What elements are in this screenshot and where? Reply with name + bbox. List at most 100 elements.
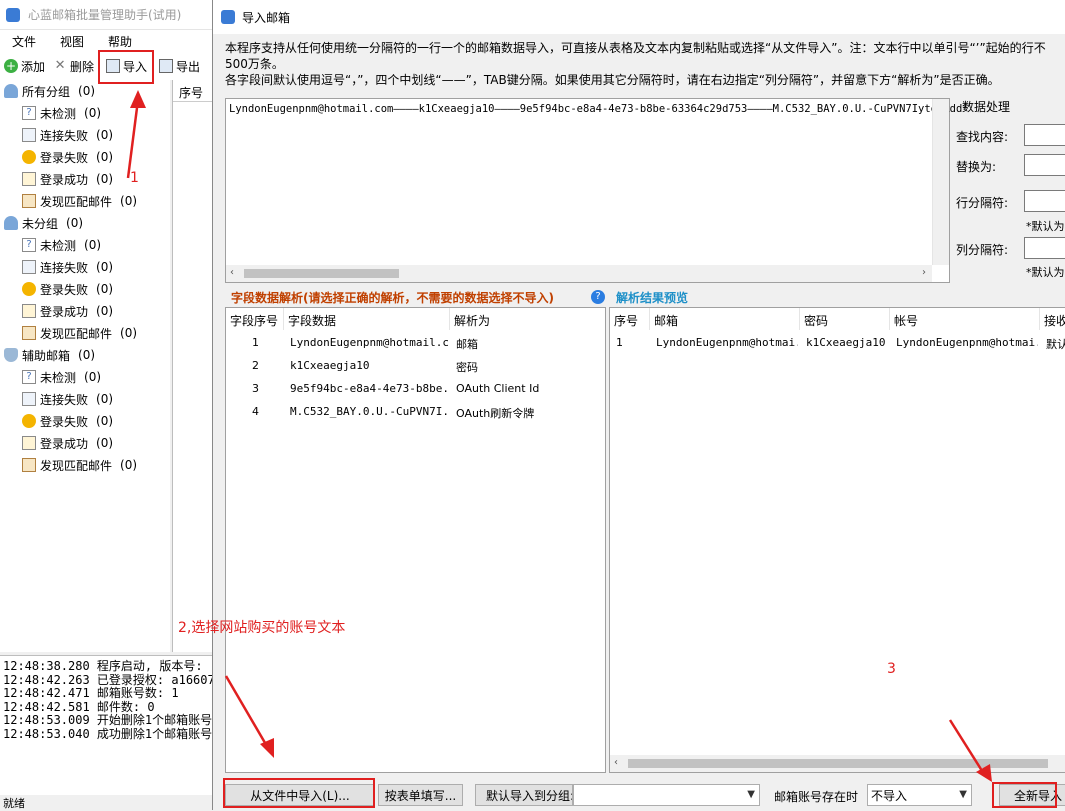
grid-header-index[interactable]: 序号 <box>173 80 212 102</box>
table-cell: k1Cxeaegja10 <box>290 359 370 372</box>
column-header[interactable]: 接收 <box>1040 308 1065 330</box>
horizontal-scrollbar[interactable]: ‹ › <box>226 265 932 282</box>
column-header[interactable]: 解析为 <box>450 308 605 330</box>
find-input[interactable] <box>1024 124 1065 146</box>
chevron-down-icon: ▼ <box>747 789 755 800</box>
tree-item[interactable]: 登录成功 (0) <box>22 300 113 322</box>
scroll-left-icon[interactable]: ‹ <box>230 267 234 278</box>
menubar: 文件 视图 帮助 <box>0 30 212 52</box>
column-header[interactable]: 密码 <box>800 308 890 330</box>
tree-item-count: (0) <box>66 216 84 230</box>
tree-item[interactable]: 发现匹配邮件 (0) <box>22 322 137 344</box>
scroll-thumb[interactable] <box>244 269 399 278</box>
table-cell: 邮箱 <box>456 338 478 351</box>
connect-fail-icon <box>22 392 36 406</box>
form-fill-button[interactable]: 按表单填写... <box>378 784 463 806</box>
tree-item-label: 登录失败 <box>40 414 89 429</box>
vertical-scrollbar[interactable] <box>932 99 949 265</box>
tree-item-label: 辅助邮箱 <box>22 348 71 363</box>
tree-item[interactable]: 登录成功 (0) <box>22 168 113 190</box>
preview-table[interactable]: ‹ 序号邮箱密码帐号接收 1 LyndonEugenpnm@hotmai... k1C… <box>609 307 1065 773</box>
tree-item[interactable]: 连接失败 (0) <box>22 388 113 410</box>
log-line: 12:48:53.040 成功删除1个邮箱账号 <box>3 726 212 741</box>
annotation-step-3: 3 <box>887 661 896 677</box>
annotation-box-full-import <box>992 782 1057 808</box>
plus-icon: + <box>4 59 18 73</box>
tree-item[interactable]: 登录成功 (0) <box>22 432 113 454</box>
menu-help[interactable]: 帮助 <box>96 33 144 50</box>
dialog-title: 导入邮箱 <box>242 10 291 25</box>
tree-item[interactable]: 登录失败 (0) <box>22 146 113 168</box>
table-cell: 9e5f94bc-e8a4-4e73-b8be... <box>290 382 448 395</box>
intro-line: 500万条。 <box>225 57 284 71</box>
tree-item-count: (0) <box>84 238 102 252</box>
tree-item-label: 未检测 <box>40 238 77 253</box>
tree-item-count: (0) <box>78 348 96 362</box>
table-cell: 默认 <box>1046 338 1065 351</box>
tree-item[interactable]: 发现匹配邮件 (0) <box>22 454 137 476</box>
add-button[interactable]: + 添加 <box>0 54 49 78</box>
account-exists-select[interactable]: 不导入 ▼ <box>867 784 972 806</box>
tree-item-label: 登录失败 <box>40 150 89 165</box>
export-button[interactable]: 导出 <box>155 54 204 78</box>
preview-horizontal-scrollbar[interactable]: ‹ <box>610 755 1065 772</box>
tree-item[interactable]: ? 未检测 (0) <box>22 366 101 388</box>
tree-item-count: (0) <box>96 392 114 406</box>
raw-data-textarea[interactable]: LyndonEugenpnm@hotmail.com————k1Cxeaegja… <box>225 98 969 283</box>
column-header[interactable]: 邮箱 <box>650 308 800 330</box>
annotation-arrow-3 <box>948 719 992 782</box>
tree-item[interactable]: 所有分组 (0) <box>4 80 95 102</box>
tree-item-count: (0) <box>78 84 96 98</box>
delete-button[interactable]: ✕ 删除 <box>49 54 98 78</box>
tree-item-label: 发现匹配邮件 <box>40 194 113 209</box>
tree-item-label: 登录成功 <box>40 172 89 187</box>
field-parse-table[interactable]: 字段序号 字段数据 解析为 1 LyndonEugenpnm@hotmail.com 邮箱… <box>225 307 606 773</box>
tree-item[interactable]: 未分组 (0) <box>4 212 83 234</box>
column-header[interactable]: 帐号 <box>890 308 1040 330</box>
column-header[interactable]: 字段序号 <box>226 308 284 330</box>
account-exists-value: 不导入 <box>871 788 908 803</box>
group-select[interactable]: ▼ <box>573 784 760 806</box>
tree-item-label: 连接失败 <box>40 128 89 143</box>
scroll-left-icon[interactable]: ‹ <box>614 757 618 768</box>
login-success-icon <box>22 304 36 318</box>
preview-section-title: 解析结果预览 <box>616 291 689 305</box>
tree-item[interactable]: 辅助邮箱 (0) <box>4 344 95 366</box>
question-icon: ? <box>22 238 36 252</box>
tree-item[interactable]: 登录失败 (0) <box>22 410 113 432</box>
row-separator-note: *默认为 <box>1026 220 1065 233</box>
tree-item[interactable]: 登录失败 (0) <box>22 278 113 300</box>
replace-input[interactable] <box>1024 154 1065 176</box>
import-dialog: 导入邮箱 本程序支持从任何使用统一分隔符的一行一个的邮箱数据导入，可直接从表格及… <box>212 0 1065 810</box>
table-cell: OAuth Client Id <box>456 382 540 395</box>
table-cell: LyndonEugenpnm@hotmail.com <box>290 336 448 349</box>
account-exists-label: 邮箱账号存在时 <box>774 790 859 804</box>
help-icon[interactable]: ? <box>591 290 605 304</box>
menu-view[interactable]: 视图 <box>48 33 96 50</box>
person-icon <box>4 216 18 230</box>
tree-item[interactable]: ? 未检测 (0) <box>22 102 101 124</box>
tree-item-count: (0) <box>120 194 138 208</box>
row-separator-input[interactable] <box>1024 190 1065 212</box>
question-icon: ? <box>22 106 36 120</box>
tree-item-count: (0) <box>120 326 138 340</box>
log-line: 12:48:38.280 程序启动, 版本号: <box>3 659 203 673</box>
tree-item[interactable]: ? 未检测 (0) <box>22 234 101 256</box>
scroll-right-icon[interactable]: › <box>922 267 926 278</box>
annotation-step-2: 2,选择网站购买的账号文本 <box>178 620 346 636</box>
column-separator-input[interactable] <box>1024 237 1065 259</box>
close-icon: ✕ <box>54 58 66 73</box>
tree-item[interactable]: 连接失败 (0) <box>22 124 113 146</box>
menu-file[interactable]: 文件 <box>0 33 48 50</box>
column-header[interactable]: 字段数据 <box>284 308 450 330</box>
tree-item[interactable]: 连接失败 (0) <box>22 256 113 278</box>
import-to-group-button[interactable]: 默认导入到分组: <box>475 784 573 806</box>
column-header[interactable]: 序号 <box>610 308 650 330</box>
intro-text: 本程序支持从任何使用统一分隔符的一行一个的邮箱数据导入，可直接从表格及文本内复制… <box>225 40 1065 88</box>
mail-icon <box>22 326 36 340</box>
table-cell: k1Cxeaegja10 <box>806 336 886 349</box>
tree-item-count: (0) <box>120 458 138 472</box>
login-success-icon <box>22 172 36 186</box>
tree-item[interactable]: 发现匹配邮件 (0) <box>22 190 137 212</box>
tree-item-label: 发现匹配邮件 <box>40 326 113 341</box>
